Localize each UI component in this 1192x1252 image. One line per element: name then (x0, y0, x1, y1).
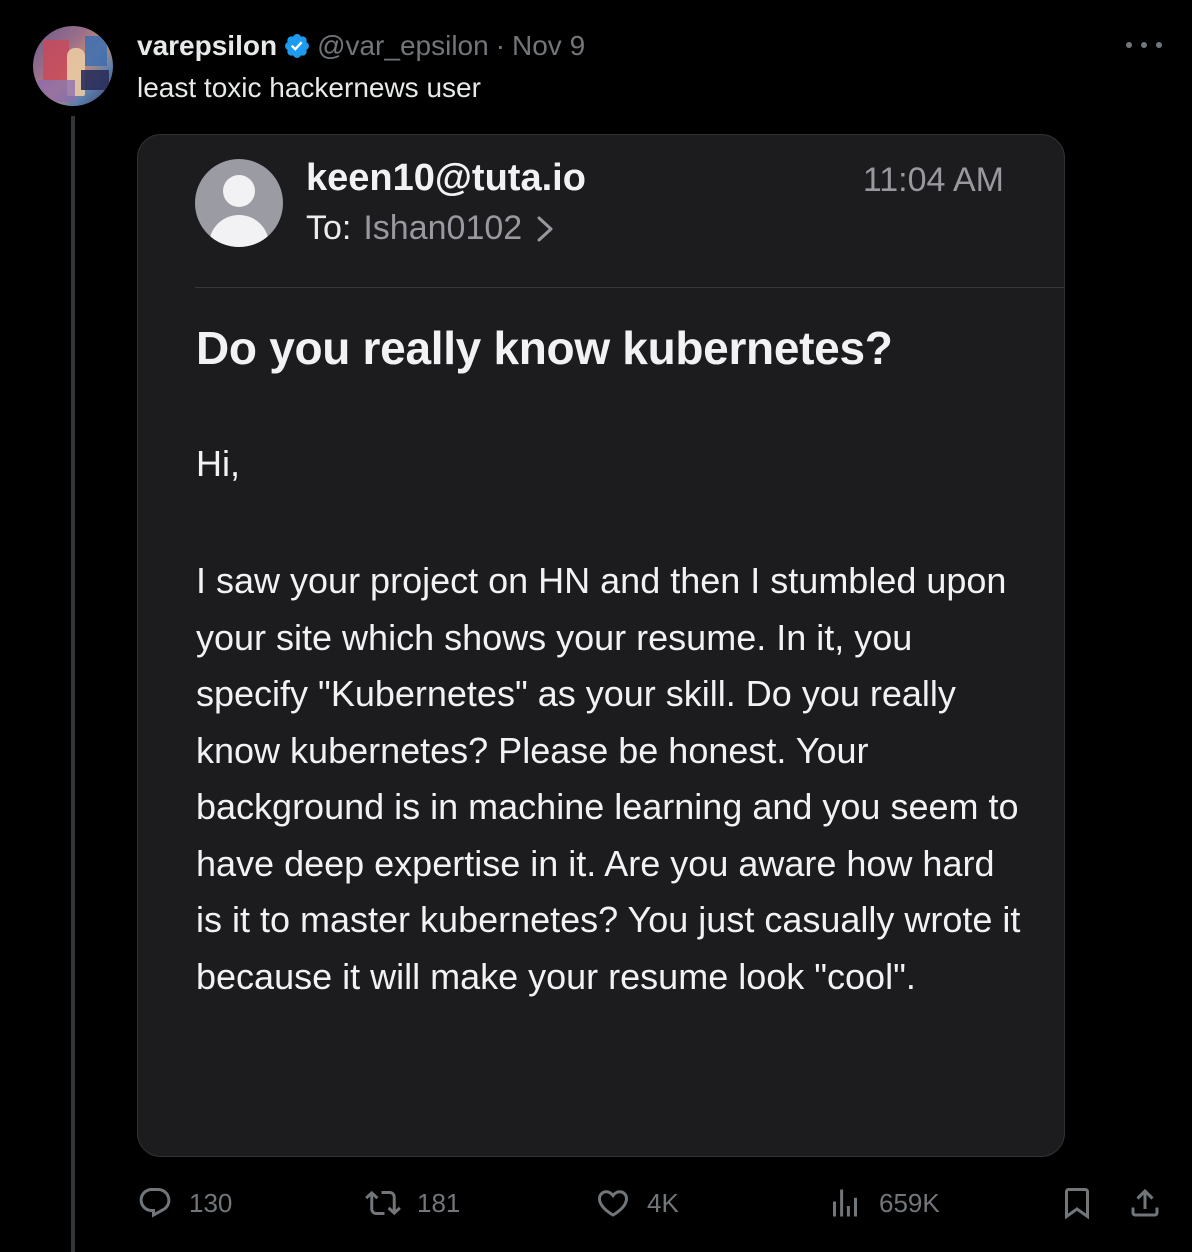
heart-icon (597, 1190, 629, 1217)
email-subject: Do you really know kubernetes? (196, 322, 893, 374)
share-icon[interactable] (1127, 1185, 1163, 1221)
verified-badge-icon (285, 34, 310, 58)
tweet-actions: 130 181 4K 659K (137, 1176, 1167, 1230)
tweet-text: least toxic hackernews user (137, 72, 481, 103)
email-recipient: Ishan0102 (363, 209, 523, 247)
repost-count: 181 (417, 1187, 461, 1218)
email-greeting: Hi, (196, 443, 240, 484)
more-dots-icon[interactable] (1126, 30, 1162, 60)
author-handle[interactable]: @var_epsilon (317, 30, 489, 62)
like-count: 4K (647, 1187, 679, 1218)
bookmark-icon[interactable] (1059, 1185, 1095, 1221)
views-button[interactable]: 659K (827, 1176, 940, 1230)
tweet-header: varepsilon @var_epsilon · Nov 9 (137, 28, 585, 64)
divider (195, 287, 1064, 288)
email-screenshot-card[interactable]: keen10@tuta.io To: Ishan0102 11:04 AM Do… (137, 134, 1065, 1157)
tweet-date[interactable]: Nov 9 (512, 30, 585, 62)
author-avatar[interactable] (33, 26, 113, 106)
email-body: I saw your project on HN and then I stum… (196, 560, 1021, 997)
views-bar-icon (833, 1189, 857, 1217)
avatar[interactable] (33, 26, 113, 106)
email-recipient-row: To: Ishan0102 (306, 209, 554, 248)
reply-count: 130 (189, 1187, 233, 1218)
sender-avatar-icon (195, 159, 283, 247)
to-label: To: (306, 209, 352, 247)
views-count: 659K (879, 1187, 940, 1218)
reply-icon (139, 1188, 171, 1218)
reply-button[interactable]: 130 (137, 1176, 232, 1230)
email-time: 11:04 AM (862, 161, 1004, 199)
repost-button[interactable]: 181 (365, 1176, 460, 1230)
separator-dot: · (495, 30, 506, 61)
author-name[interactable]: varepsilon (137, 30, 277, 62)
thread-line (71, 116, 75, 1252)
email-sender: keen10@tuta.io (306, 157, 586, 199)
like-button[interactable]: 4K (595, 1176, 679, 1230)
chevron-right-icon (537, 216, 553, 241)
repost-icon (365, 1190, 401, 1216)
